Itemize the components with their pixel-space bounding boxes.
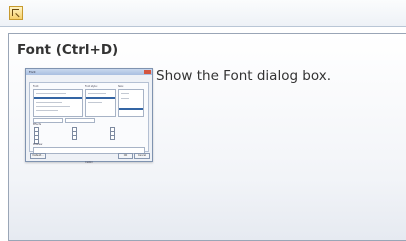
screen-tip: Font (Ctrl+D) Font FontCharacter Spacing… — [8, 33, 406, 241]
size-list — [118, 89, 144, 117]
effect-checkbox — [110, 135, 115, 140]
font-label: Font: — [33, 85, 40, 88]
dialog-tabs: FontCharacter Spacing — [29, 77, 72, 94]
tip-description: Show the Font dialog box. — [156, 68, 332, 84]
style-label: Font style: — [85, 85, 98, 88]
preview-label: Preview — [33, 143, 43, 146]
ok-button: OK — [118, 153, 133, 159]
size-label: Size: — [118, 85, 124, 88]
font-dialog-preview-image: Font FontCharacter Spacing Font: Font st… — [25, 68, 153, 164]
style-list — [85, 89, 116, 117]
size-list-selection — [119, 108, 143, 110]
default-button: Default... — [30, 153, 46, 159]
style-list-selection — [86, 97, 115, 99]
cancel-button: Cancel — [134, 153, 150, 159]
ribbon-strip — [0, 0, 406, 27]
close-icon — [144, 70, 151, 74]
effect-checkbox — [72, 135, 77, 140]
dialog-launcher-icon[interactable] — [9, 6, 23, 20]
effects-label: Effects — [33, 123, 42, 126]
dialog-panel: Font: Font style: Size: Effects Preview … — [29, 82, 149, 164]
tip-title: Font (Ctrl+D) — [17, 42, 119, 58]
preview-sample: Calibri — [85, 161, 93, 164]
dialog-title: Font — [29, 70, 36, 74]
dialog-title-bar: Font — [26, 69, 152, 75]
font-list — [33, 89, 83, 117]
underline-dropdown — [65, 118, 95, 123]
font-list-selection — [34, 97, 82, 99]
